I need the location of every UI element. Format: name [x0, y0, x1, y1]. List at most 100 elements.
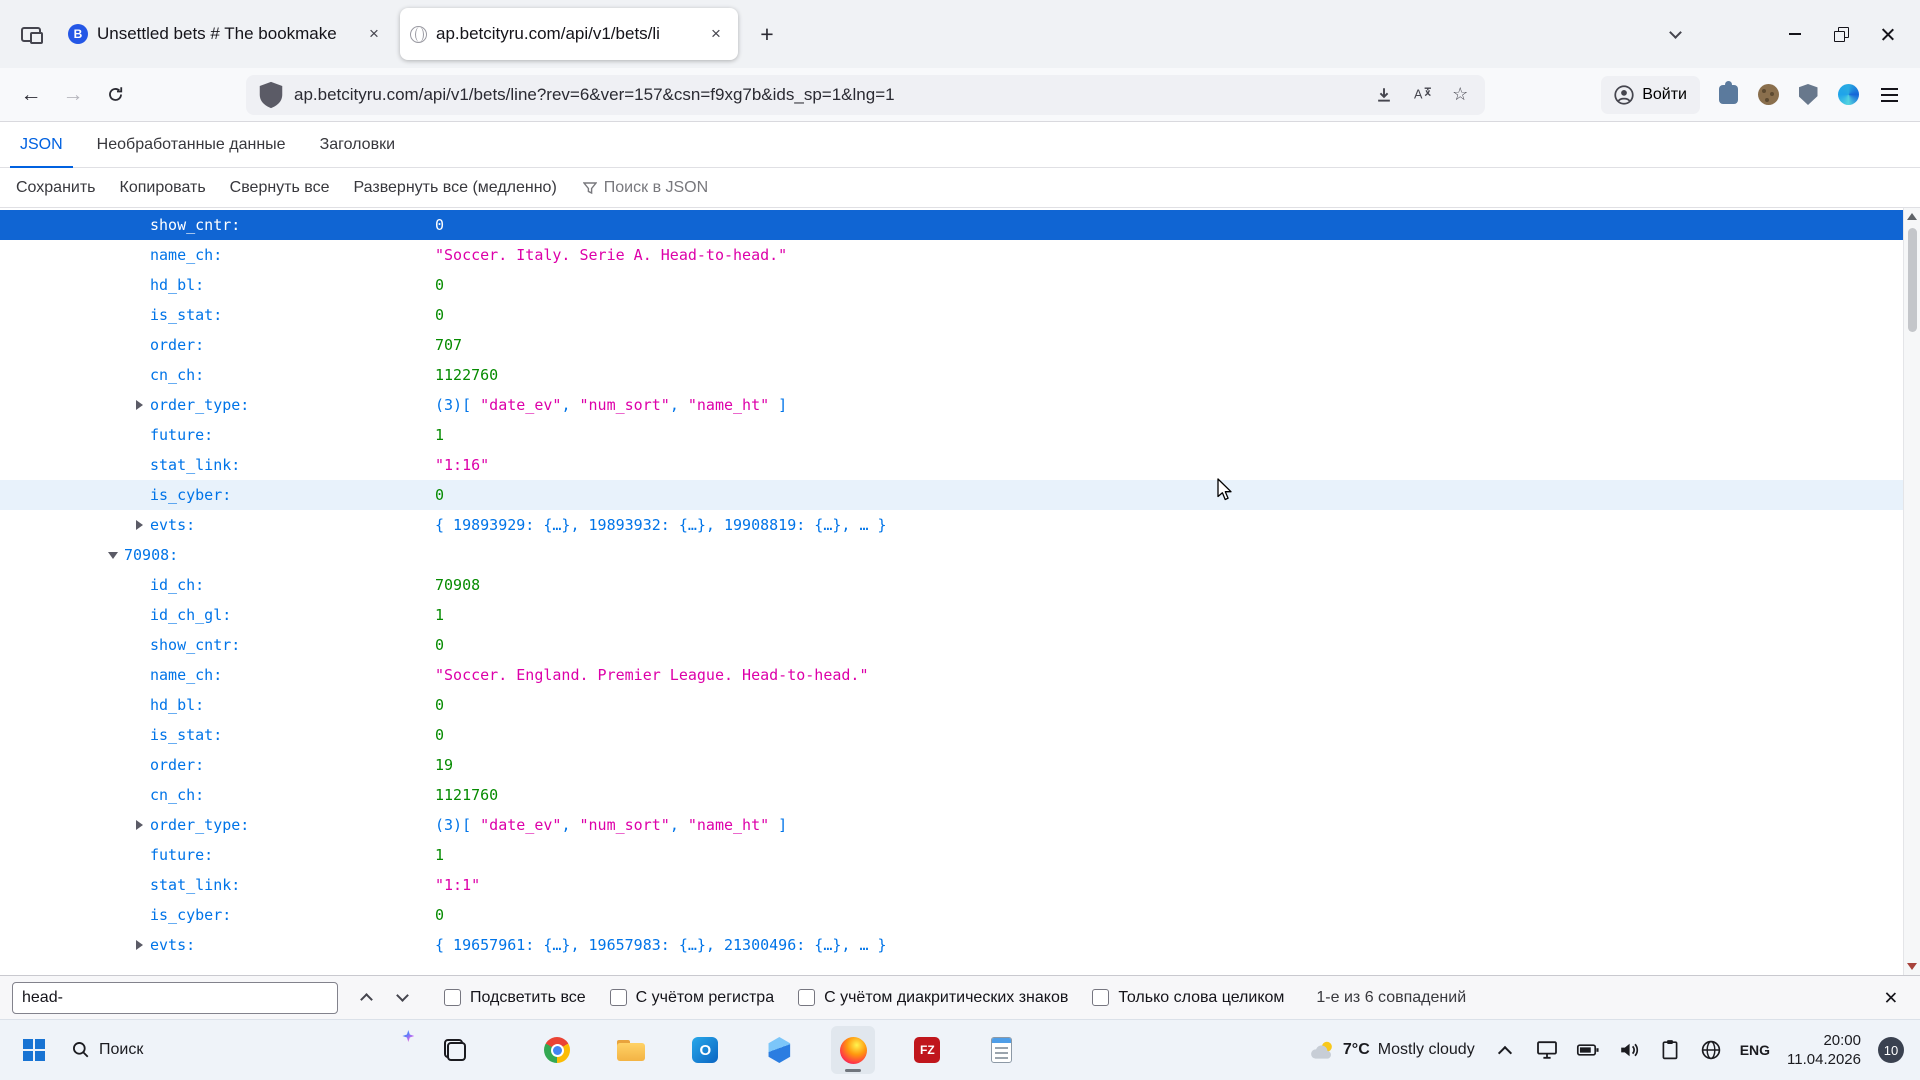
app-firefox-button[interactable]: [831, 1026, 876, 1074]
tray-expand-button[interactable]: [1492, 1037, 1518, 1063]
collapse-all-button[interactable]: Свернуть все: [230, 179, 330, 197]
tab-unsettled-bets[interactable]: B Unsettled bets # The bookmake ×: [58, 8, 396, 60]
app-file-explorer-button[interactable]: [609, 1026, 653, 1074]
network-globe-icon[interactable]: [1699, 1038, 1723, 1062]
clock[interactable]: 20:00 11.04.2026: [1787, 1031, 1861, 1069]
tab-raw-data[interactable]: Необработанные данные: [87, 122, 296, 167]
json-row-stat_link[interactable]: stat_link: "1:16": [0, 450, 1920, 480]
language-indicator[interactable]: ENG: [1740, 1042, 1770, 1058]
shield-permissions-icon[interactable]: [256, 80, 286, 110]
whole-words-checkbox[interactable]: [1092, 989, 1110, 1006]
scroll-down-icon[interactable]: [1907, 963, 1917, 970]
back-button[interactable]: ←: [10, 76, 52, 114]
json-row-order_type[interactable]: order_type: (3)[ "date_ev", "num_sort", "…: [0, 390, 1920, 420]
phone-link-icon[interactable]: [1535, 1038, 1559, 1062]
json-row-show_cntr[interactable]: show_cntr: 0: [0, 210, 1920, 240]
tab-close-icon[interactable]: ×: [362, 22, 386, 46]
whole-words-option[interactable]: Только слова целиком: [1092, 989, 1284, 1007]
tab-api-json[interactable]: ap.betcityru.com/api/v1/bets/li ×: [400, 8, 738, 60]
task-view-button[interactable]: [433, 1026, 477, 1074]
tab-json[interactable]: JSON: [10, 122, 73, 168]
json-row-future[interactable]: future: 1: [0, 840, 1920, 870]
reload-button[interactable]: [94, 76, 136, 114]
copy-button[interactable]: Копировать: [120, 179, 206, 197]
match-case-option[interactable]: С учётом регистра: [609, 989, 774, 1007]
extension-shield-icon[interactable]: [1790, 77, 1826, 113]
taskbar-search[interactable]: Поиск: [72, 1041, 143, 1059]
json-row-name_ch[interactable]: name_ch: "Soccer. Italy. Serie A. Head-to…: [0, 240, 1920, 270]
save-button[interactable]: Сохранить: [16, 179, 96, 197]
json-row-evts[interactable]: evts: { 19893929: {…}, 19893932: {…}, 199…: [0, 510, 1920, 540]
app-notepad-button[interactable]: [979, 1026, 1023, 1074]
list-all-tabs-button[interactable]: [1654, 13, 1696, 55]
json-row-cn_ch[interactable]: cn_ch: 1121760: [0, 780, 1920, 810]
translate-button[interactable]: A: [1407, 80, 1437, 110]
restore-button[interactable]: [1818, 0, 1864, 68]
expand-twisty-icon[interactable]: [132, 939, 150, 951]
json-row-order_type[interactable]: order_type: (3)[ "date_ev", "num_sort", "…: [0, 810, 1920, 840]
find-previous-button[interactable]: [348, 983, 384, 1013]
json-row-stat_link[interactable]: stat_link: "1:1": [0, 870, 1920, 900]
menu-button[interactable]: [1868, 76, 1910, 114]
json-search-input[interactable]: [603, 178, 834, 197]
expand-twisty-icon[interactable]: [132, 399, 150, 411]
tab-close-icon[interactable]: ×: [704, 22, 728, 46]
match-case-checkbox[interactable]: [609, 989, 627, 1006]
vertical-scrollbar[interactable]: [1903, 208, 1920, 975]
scroll-up-icon[interactable]: [1907, 213, 1917, 220]
new-tab-button[interactable]: +: [748, 15, 786, 53]
app-filezilla-button[interactable]: FZ: [905, 1026, 949, 1074]
tab-headers[interactable]: Заголовки: [310, 122, 405, 167]
extension-puzzle-icon[interactable]: [1710, 77, 1746, 113]
copilot-button[interactable]: [373, 1026, 417, 1074]
json-row-70908[interactable]: 70908:: [0, 540, 1920, 570]
match-diacritics-option[interactable]: С учётом диакритических знаков: [798, 989, 1068, 1007]
extension-pinwheel-icon[interactable]: [1830, 77, 1866, 113]
app-chrome-button[interactable]: [535, 1026, 579, 1074]
find-next-button[interactable]: [384, 983, 420, 1013]
sign-in-button[interactable]: Войти: [1601, 75, 1700, 114]
find-close-button[interactable]: [1872, 983, 1908, 1013]
json-row-id_ch[interactable]: id_ch: 70908: [0, 570, 1920, 600]
volume-icon[interactable]: [1617, 1038, 1641, 1062]
json-row-hd_bl[interactable]: hd_bl: 0: [0, 690, 1920, 720]
json-row-is_cyber[interactable]: is_cyber: 0: [0, 480, 1920, 510]
json-row-future[interactable]: future: 1: [0, 420, 1920, 450]
extension-cookie-icon[interactable]: [1750, 77, 1786, 113]
json-row-name_ch[interactable]: name_ch: "Soccer. England. Premier League…: [0, 660, 1920, 690]
json-row-is_stat[interactable]: is_stat: 0: [0, 300, 1920, 330]
match-diacritics-checkbox[interactable]: [798, 989, 816, 1006]
expand-twisty-icon[interactable]: [132, 819, 150, 831]
weather-widget[interactable]: 7°C Mostly cloudy: [1309, 1039, 1475, 1061]
find-input[interactable]: [12, 981, 338, 1014]
json-key: hd_bl:: [150, 696, 205, 714]
json-row-is_stat[interactable]: is_stat: 0: [0, 720, 1920, 750]
highlight-all-checkbox[interactable]: [444, 989, 461, 1006]
json-row-cn_ch[interactable]: cn_ch: 1122760: [0, 360, 1920, 390]
firefox-view-button[interactable]: [10, 13, 52, 55]
app-store-button[interactable]: [757, 1026, 801, 1074]
app-outlook-button[interactable]: O: [683, 1026, 727, 1074]
json-row-id_ch_gl[interactable]: id_ch_gl: 1: [0, 600, 1920, 630]
json-row-hd_bl[interactable]: hd_bl: 0: [0, 270, 1920, 300]
expand-twisty-icon[interactable]: [132, 519, 150, 531]
json-row-order[interactable]: order: 707: [0, 330, 1920, 360]
bookmark-star-button[interactable]: ☆: [1445, 80, 1475, 110]
json-row-show_cntr[interactable]: show_cntr: 0: [0, 630, 1920, 660]
minimize-button[interactable]: [1772, 0, 1818, 68]
scrollbar-thumb[interactable]: [1908, 228, 1917, 332]
notification-count-badge[interactable]: 10: [1878, 1037, 1904, 1063]
clipboard-icon[interactable]: [1658, 1038, 1682, 1062]
collapse-twisty-icon[interactable]: [106, 549, 124, 561]
expand-all-button[interactable]: Развернуть все (медленно): [354, 179, 557, 197]
start-button[interactable]: [12, 1026, 56, 1074]
close-window-button[interactable]: [1864, 0, 1910, 68]
json-row-order[interactable]: order: 19: [0, 750, 1920, 780]
url-text[interactable]: ap.betcityru.com/api/v1/bets/line?rev=6&…: [294, 85, 1361, 105]
json-row-evts[interactable]: evts: { 19657961: {…}, 19657983: {…}, 213…: [0, 930, 1920, 960]
highlight-all-option[interactable]: Подсветить все: [444, 989, 586, 1007]
battery-icon[interactable]: [1576, 1038, 1600, 1062]
downloads-button[interactable]: [1369, 80, 1399, 110]
url-bar[interactable]: ap.betcityru.com/api/v1/bets/line?rev=6&…: [246, 74, 1486, 115]
json-row-is_cyber[interactable]: is_cyber: 0: [0, 900, 1920, 930]
